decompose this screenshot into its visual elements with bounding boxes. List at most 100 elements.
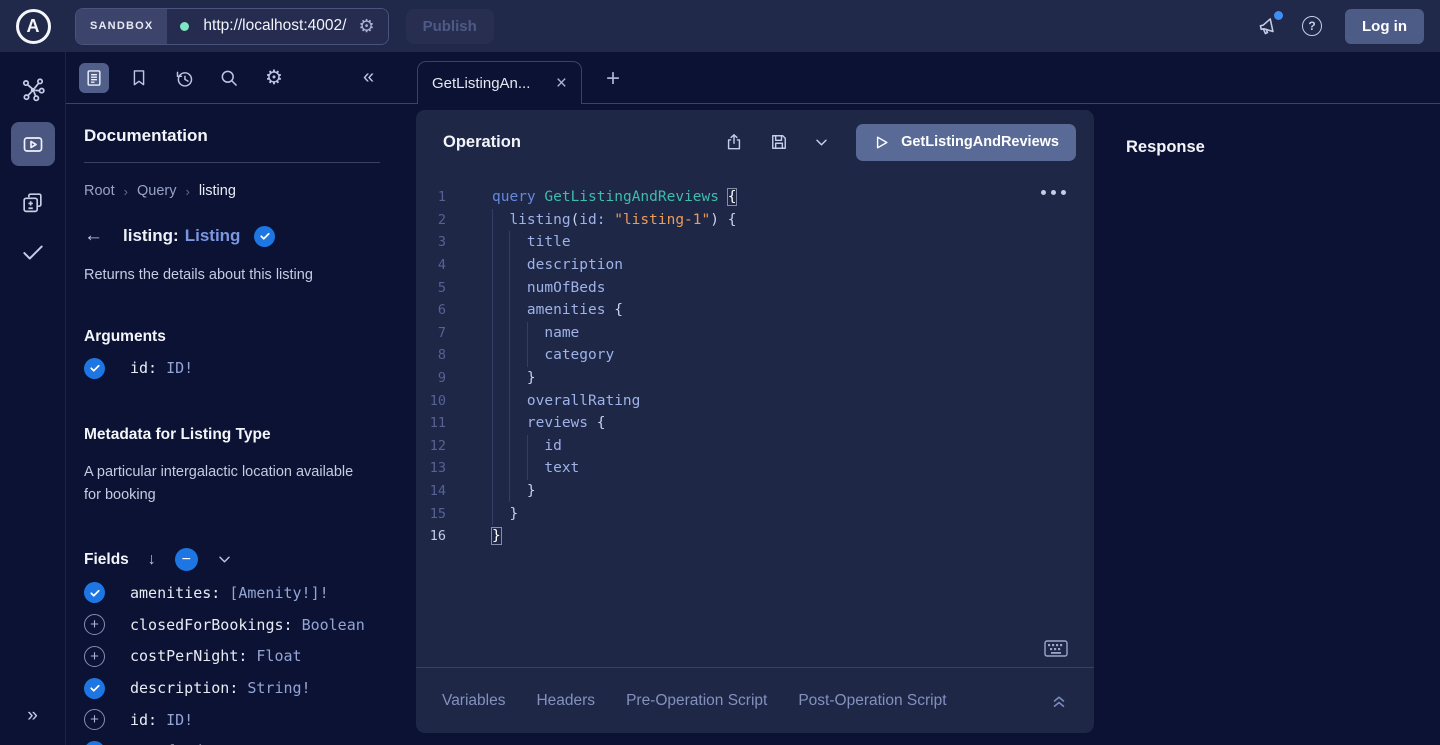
save-operation-button[interactable] [769, 132, 789, 152]
save-menu-chevron[interactable] [814, 135, 829, 150]
code-line[interactable]: 12id [416, 435, 1094, 458]
line-number: 2 [416, 212, 462, 228]
field-selected-check-icon[interactable] [84, 741, 105, 745]
deselect-all-fields-button[interactable]: − [175, 548, 198, 571]
field-heading-type-link[interactable]: Listing [185, 226, 241, 246]
field-row[interactable]: +id:ID! [84, 704, 398, 736]
field-selected-check-icon[interactable] [84, 358, 105, 379]
toolbar-saved-operations-button[interactable] [124, 63, 154, 93]
publish-button[interactable]: Publish [406, 9, 494, 44]
field-description: Returns the details about this listing [84, 264, 398, 286]
code-line[interactable]: 13text [416, 457, 1094, 480]
breadcrumb-item-query[interactable]: Query [137, 183, 177, 199]
line-number: 10 [416, 393, 462, 409]
notification-dot [1274, 11, 1283, 20]
collapse-docs-panel-button[interactable]: « [363, 66, 374, 89]
line-number: 11 [416, 415, 462, 431]
keyboard-shortcuts-icon[interactable] [1044, 640, 1068, 657]
code-line[interactable]: 9} [416, 367, 1094, 390]
field-row[interactable]: amenities:[Amenity!]! [84, 577, 398, 609]
field-type: Float [256, 647, 301, 665]
code-line[interactable]: 8category [416, 344, 1094, 367]
rail-item-schema[interactable] [20, 76, 46, 102]
field-row[interactable]: numOfBeds:Int [84, 736, 398, 745]
field-add-plus-icon[interactable]: + [84, 614, 105, 635]
field-row[interactable]: +costPerNight:Float [84, 640, 398, 672]
line-number: 7 [416, 325, 462, 341]
expand-rail-button[interactable]: » [27, 705, 38, 727]
code-line[interactable]: 1query GetListingAndReviews { [416, 186, 1094, 209]
back-arrow-icon[interactable]: ← [84, 225, 103, 247]
operation-editor[interactable]: 1query GetListingAndReviews {2listing(id… [416, 174, 1094, 667]
help-button[interactable]: ? [1302, 16, 1322, 36]
footer-tab-post-operation-script[interactable]: Post-Operation Script [798, 692, 946, 710]
toolbar-history-button[interactable] [169, 63, 199, 93]
code-text: overallRating [462, 389, 640, 412]
login-button[interactable]: Log in [1345, 9, 1424, 44]
endpoint-url-body: http://localhost:4002/ ⚙ [167, 9, 387, 44]
line-number: 6 [416, 302, 462, 318]
rail-item-checks[interactable] [20, 239, 46, 265]
toolbar-search-button[interactable] [214, 63, 244, 93]
connection-settings-gear-icon[interactable]: ⚙ [358, 17, 374, 35]
rail-item-explorer[interactable] [11, 122, 55, 166]
rail-item-changelog[interactable] [20, 190, 45, 215]
operation-tab[interactable]: GetListingAn... × [417, 61, 582, 104]
field-selected-check-icon[interactable] [84, 582, 105, 603]
code-line[interactable]: 4description [416, 254, 1094, 277]
fields-header: Fields ↓ − [84, 548, 398, 571]
code-line[interactable]: 6amenities { [416, 299, 1094, 322]
code-line[interactable]: 5numOfBeds [416, 276, 1094, 299]
play-icon [873, 134, 890, 151]
breadcrumb-item-root[interactable]: Root [84, 183, 115, 199]
sort-fields-icon[interactable]: ↓ [148, 551, 156, 569]
code-text: } [462, 480, 536, 503]
code-text: amenities { [462, 299, 623, 322]
field-add-plus-icon[interactable]: + [84, 709, 105, 730]
editor-overflow-menu[interactable] [1041, 190, 1066, 195]
line-number: 8 [416, 347, 462, 363]
footer-tab-variables[interactable]: Variables [442, 692, 505, 710]
code-line[interactable]: 14} [416, 480, 1094, 503]
settings-gear-icon: ⚙ [265, 68, 283, 88]
field-row[interactable]: description:String! [84, 672, 398, 704]
footer-tabs: Variables Headers Pre-Operation Script Post… [442, 692, 947, 710]
run-operation-button[interactable]: GetListingAndReviews [856, 124, 1076, 161]
documentation-panel: Documentation Root›Query›listing ← listi… [66, 104, 416, 745]
breadcrumb-separator-icon: › [185, 184, 189, 199]
breadcrumb-item-listing[interactable]: listing [199, 183, 236, 199]
apollo-logo[interactable]: A [0, 9, 66, 44]
line-number: 15 [416, 506, 462, 522]
toolbar-settings-button[interactable]: ⚙ [259, 63, 289, 93]
code-line[interactable]: 15} [416, 502, 1094, 525]
footer-tab-headers[interactable]: Headers [536, 692, 595, 710]
code-text: name [462, 322, 579, 345]
document-icon [84, 68, 104, 88]
field-type: Boolean [302, 616, 365, 634]
endpoint-url-input[interactable]: http://localhost:4002/ [203, 17, 346, 35]
code-line[interactable]: 16} [416, 525, 1094, 548]
code-line[interactable]: 7name [416, 322, 1094, 345]
toolbar-bottom-border [66, 103, 1440, 104]
announcements-button[interactable] [1257, 15, 1279, 37]
code-line[interactable]: 2listing(id: "listing-1") { [416, 209, 1094, 232]
code-line[interactable]: 10overallRating [416, 389, 1094, 412]
collapse-footer-button[interactable] [1050, 692, 1068, 710]
code-line[interactable]: 11reviews { [416, 412, 1094, 435]
field-selected-check-icon[interactable] [84, 678, 105, 699]
footer-tab-pre-operation-script[interactable]: Pre-Operation Script [626, 692, 767, 710]
field-row[interactable]: id:ID! [84, 352, 398, 384]
documentation-title: Documentation [84, 126, 398, 146]
field-add-plus-icon[interactable]: + [84, 646, 105, 667]
history-clock-icon [174, 68, 195, 89]
field-heading-row: ← listing: Listing [84, 225, 398, 247]
new-tab-button[interactable]: + [606, 65, 620, 93]
field-row[interactable]: +closedForBookings:Boolean [84, 609, 398, 641]
share-operation-button[interactable] [724, 132, 744, 152]
close-tab-icon[interactable]: × [556, 74, 567, 93]
docs-toolbar: ⚙ « GetListingAn... × + [66, 52, 1440, 104]
field-selected-check-icon[interactable] [254, 226, 275, 247]
collapse-fields-chevron-icon[interactable] [217, 552, 232, 567]
code-line[interactable]: 3title [416, 231, 1094, 254]
toolbar-documentation-button[interactable] [79, 63, 109, 93]
